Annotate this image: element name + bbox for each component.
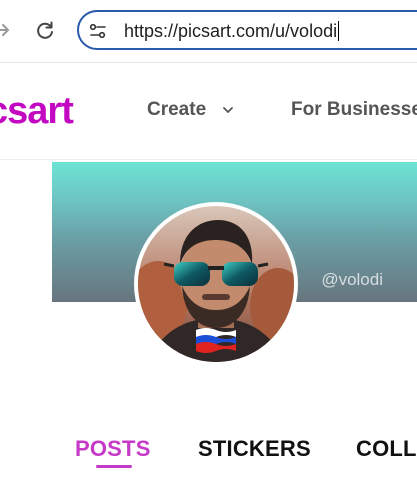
nav-for-businesses[interactable]: For Businesses xyxy=(291,99,417,121)
tab-collections[interactable]: COLL xyxy=(356,436,417,462)
browser-toolbar: https://picsart.com/u/volodi xyxy=(0,0,417,63)
url-text[interactable]: https://picsart.com/u/volodi xyxy=(124,21,340,41)
profile-tabs: POSTS STICKERS COLL xyxy=(0,430,417,496)
site-header: csart Create For Businesses xyxy=(0,63,417,160)
tab-posts[interactable]: POSTS xyxy=(75,436,151,462)
nav-create[interactable]: Create xyxy=(147,99,234,121)
text-caret xyxy=(338,21,340,41)
reload-icon[interactable] xyxy=(34,19,56,41)
nav-create-label: Create xyxy=(147,99,207,120)
russian-flag-icon xyxy=(196,328,236,353)
cover-username: @volodi xyxy=(321,270,383,289)
arrow-right-icon[interactable] xyxy=(0,20,12,40)
picsart-logo[interactable]: csart xyxy=(0,89,74,133)
chevron-down-icon xyxy=(223,107,234,113)
avatar[interactable] xyxy=(138,206,294,362)
address-bar[interactable]: https://picsart.com/u/volodi xyxy=(77,10,417,50)
tab-stickers[interactable]: STICKERS xyxy=(198,436,311,462)
active-tab-indicator xyxy=(96,465,132,468)
tune-icon[interactable] xyxy=(89,22,107,40)
page: https://picsart.com/u/volodi csart Creat… xyxy=(0,0,417,496)
